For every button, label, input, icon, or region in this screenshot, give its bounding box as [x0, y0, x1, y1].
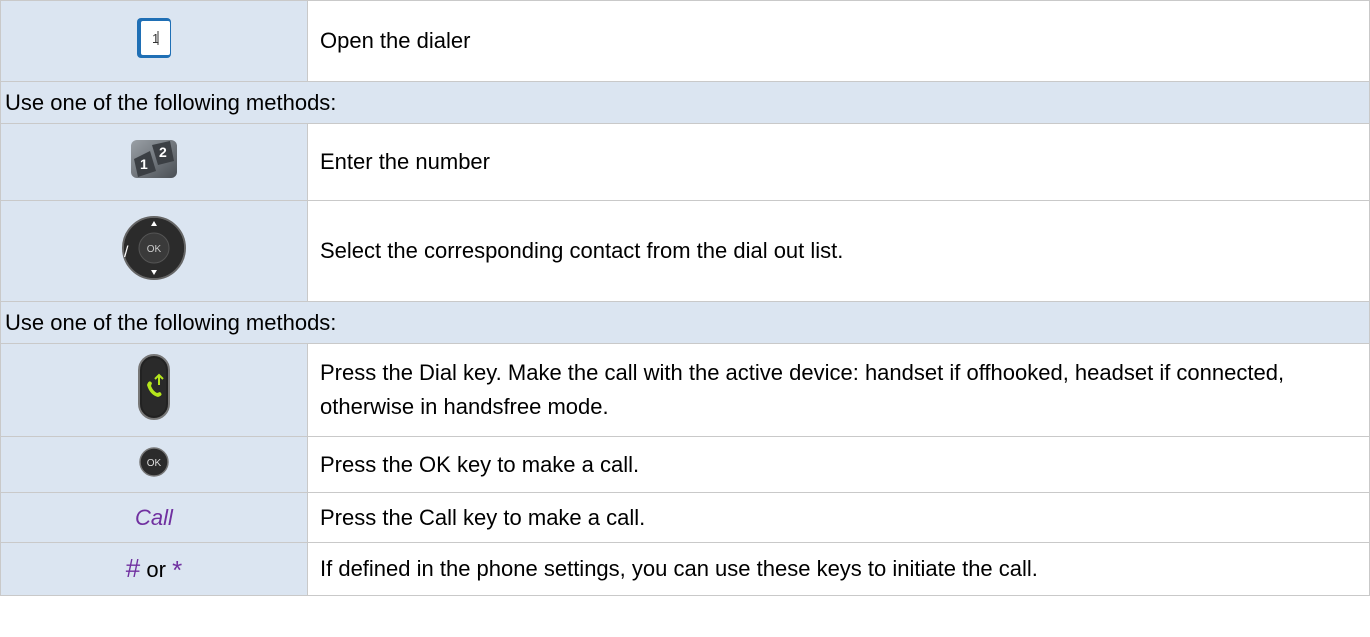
icon-cell: 1 2 — [0, 123, 308, 201]
table-row: 1 2 Enter the number — [0, 123, 1370, 201]
icon-cell: # or * — [0, 542, 308, 596]
table-row: Call Press the Call key to make a call. — [0, 492, 1370, 543]
call-soft-key: Call — [135, 504, 173, 530]
table-row: OK Press the OK key to make a call. — [0, 436, 1370, 493]
icon-cell: Call — [0, 492, 308, 543]
table-row: 1 Open the dialer — [0, 0, 1370, 82]
star-key: * — [172, 554, 183, 585]
svg-text:1: 1 — [140, 156, 148, 172]
dialer-icon: 1 — [136, 17, 172, 59]
icon-cell: OK — [0, 436, 308, 493]
section-header-row: Use one of the following methods: — [0, 301, 1370, 344]
row-description: Select the corresponding contact from th… — [307, 200, 1370, 302]
row-description: Press the OK key to make a call. — [307, 436, 1370, 493]
icon-cell: 1 — [0, 0, 308, 82]
table-row: # or * If defined in the phone settings,… — [0, 542, 1370, 596]
icon-cell — [0, 343, 308, 437]
section-header: Use one of the following methods: — [0, 81, 1370, 124]
row-description: Press the Call key to make a call. — [307, 492, 1370, 543]
procedure-table: 1 Open the dialer Use one of the followi… — [0, 0, 1370, 596]
row-description: If defined in the phone settings, you ca… — [307, 542, 1370, 596]
row-description: Enter the number — [307, 123, 1370, 201]
keypad-icon: 1 2 — [130, 137, 178, 181]
svg-text:2: 2 — [159, 144, 167, 160]
icon-cell: OK / — [0, 200, 308, 302]
hash-key: # — [125, 552, 141, 583]
or-label: or — [146, 556, 166, 582]
svg-text:/: / — [124, 244, 129, 261]
section-header-row: Use one of the following methods: — [0, 81, 1370, 124]
table-row: Press the Dial key. Make the call with t… — [0, 343, 1370, 437]
navigator-ok-icon: OK / — [121, 215, 187, 281]
svg-text:OK: OK — [147, 244, 162, 255]
table-row: OK / Select the corresponding contact fr… — [0, 200, 1370, 302]
section-header: Use one of the following methods: — [0, 301, 1370, 344]
row-description: Open the dialer — [307, 0, 1370, 82]
row-description: Press the Dial key. Make the call with t… — [307, 343, 1370, 437]
ok-key-icon: OK — [139, 446, 169, 477]
dial-key-icon — [137, 353, 171, 421]
svg-text:OK: OK — [147, 458, 162, 469]
